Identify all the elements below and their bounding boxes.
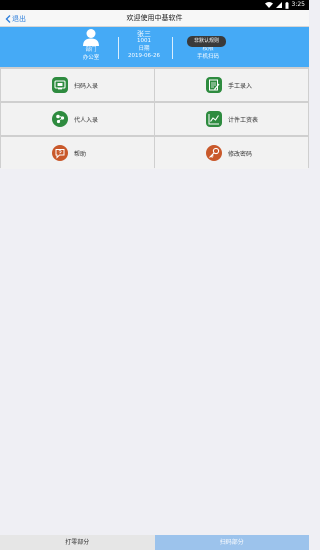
scanner-icon bbox=[52, 77, 68, 93]
user-id: 1001 bbox=[137, 38, 151, 44]
wifi-icon bbox=[264, 2, 273, 8]
menu-grid: 扫码入录 手工录入 代人入录 计件工资表 帮助 修改密码 bbox=[0, 67, 309, 169]
help-label: 帮助 bbox=[74, 150, 87, 158]
status-time: 3:25 bbox=[291, 1, 305, 8]
manual-entry-label: 手工录入 bbox=[228, 82, 253, 90]
user-name: 张三 bbox=[137, 30, 151, 38]
date-value: 2019-06-26 bbox=[128, 53, 160, 59]
key-icon bbox=[206, 145, 222, 161]
date-label: 日期 bbox=[138, 45, 150, 52]
bottom-tab-bar: 打零部分 扫码部分 bbox=[0, 535, 309, 550]
signal-icon bbox=[275, 2, 282, 8]
battery-icon bbox=[285, 1, 289, 9]
divider bbox=[118, 37, 119, 59]
users-group-icon bbox=[52, 111, 68, 127]
change-password-button[interactable]: 修改密码 bbox=[155, 137, 308, 169]
change-password-label: 修改密码 bbox=[228, 150, 253, 158]
line-chart-icon bbox=[206, 111, 222, 127]
user-info-header: 部门 办公室 张三 1001 日期 2019-06-26 权限 手机扫码 非默认… bbox=[0, 27, 309, 67]
avatar-icon bbox=[83, 29, 99, 46]
status-bar: 3:25 bbox=[0, 0, 309, 10]
proxy-entry-button[interactable]: 代人入录 bbox=[1, 103, 154, 135]
piecework-wage-label: 计件工资表 bbox=[228, 116, 259, 124]
scan-mode-label: 权限 bbox=[202, 46, 214, 52]
help-icon bbox=[52, 145, 68, 161]
user-column: 张三 1001 日期 2019-06-26 bbox=[122, 27, 166, 67]
piecework-wage-button[interactable]: 计件工资表 bbox=[155, 103, 308, 135]
divider bbox=[172, 37, 173, 59]
scan-mode-value: 手机扫码 bbox=[196, 53, 219, 60]
edit-form-icon bbox=[206, 77, 222, 93]
department-column: 部门 办公室 bbox=[71, 27, 111, 67]
toast-message: 非默认规则 bbox=[187, 36, 226, 47]
department-label: 部门 bbox=[85, 47, 97, 53]
tab-scan[interactable]: 扫码部分 bbox=[154, 535, 309, 550]
department-value: 办公室 bbox=[82, 54, 100, 61]
tab-piecework[interactable]: 打零部分 bbox=[0, 535, 155, 550]
manual-entry-button[interactable]: 手工录入 bbox=[155, 69, 308, 101]
page-title: 欢迎使用中基软件 bbox=[126, 14, 183, 22]
help-button[interactable]: 帮助 bbox=[1, 137, 154, 169]
scan-mode-column: 权限 手机扫码 bbox=[188, 27, 228, 67]
scan-entry-label: 扫码入录 bbox=[74, 82, 99, 90]
proxy-entry-label: 代人入录 bbox=[74, 116, 99, 124]
nav-bar: 退出 欢迎使用中基软件 bbox=[0, 10, 309, 27]
scan-entry-button[interactable]: 扫码入录 bbox=[1, 69, 154, 101]
